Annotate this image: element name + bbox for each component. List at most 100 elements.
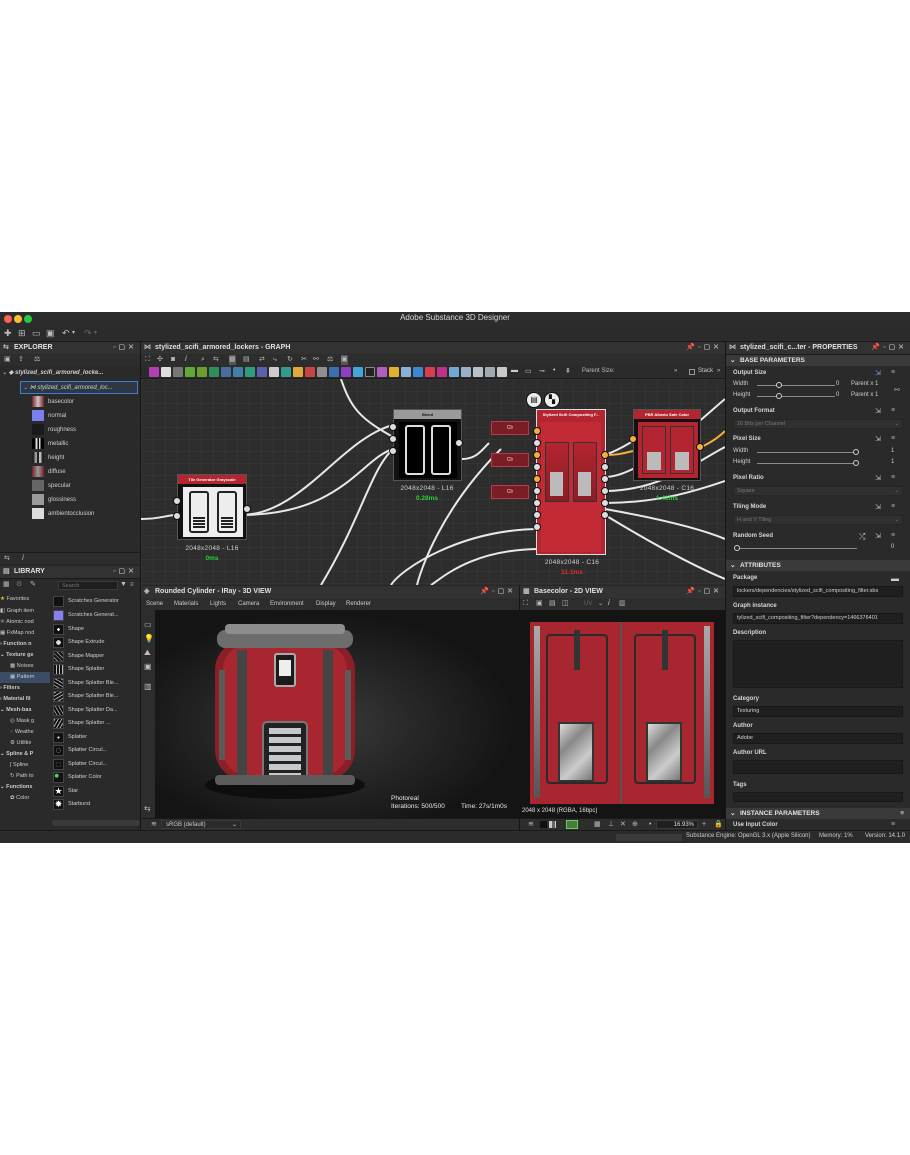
atomic-node-icon[interactable] [437, 367, 447, 377]
author-url-field[interactable] [733, 760, 903, 774]
atomic-node-icon[interactable] [365, 367, 375, 377]
arrows-icon[interactable]: ⇄ [259, 355, 265, 365]
output-row[interactable]: diffuse [32, 466, 132, 478]
library-category[interactable]: ◧ Graph item [0, 606, 50, 617]
background-black-swatch[interactable] [540, 821, 547, 828]
atomic-node-icon[interactable] [485, 367, 495, 377]
tags-field[interactable] [733, 792, 903, 802]
output-format-select[interactable]: 16 Bits per Channel ⌄ [733, 419, 903, 429]
instance-parameters-section[interactable]: ⌄ INSTANCE PARAMETERS ≡ [726, 808, 910, 819]
display-toggle[interactable] [566, 820, 578, 829]
pin-icon[interactable]: ⇞ [565, 367, 575, 377]
zoom-in-icon[interactable]: + [702, 820, 706, 830]
document-icon[interactable]: ▤ [526, 392, 542, 408]
library-item[interactable]: Shape Extrude [52, 636, 138, 649]
atomic-node-icon[interactable] [317, 367, 327, 377]
atomic-node-icon[interactable] [161, 367, 171, 377]
output-port[interactable] [601, 511, 609, 519]
new-package-icon[interactable]: ✚ [4, 328, 12, 338]
attributes-section[interactable]: ⌄ ATTRIBUTES [726, 560, 910, 571]
output-port[interactable] [601, 499, 609, 507]
output-row[interactable]: basecolor [32, 396, 132, 408]
input-port[interactable] [533, 463, 541, 471]
atomic-node-icon[interactable] [281, 367, 291, 377]
inherit-icon[interactable]: ⇲ [875, 474, 881, 482]
input-port[interactable] [533, 427, 541, 435]
pixel-ratio-select[interactable]: Square ⌄ [733, 486, 903, 496]
input-port[interactable] [533, 499, 541, 507]
panel-controls[interactable]: 📌▫▢✕ [686, 342, 722, 354]
inherit-icon[interactable]: ⇲ [875, 435, 881, 443]
library-category[interactable]: › Function n [0, 639, 50, 650]
open-folder-icon[interactable]: ▭ [32, 328, 41, 338]
panel-controls[interactable]: ▫▢✕ [113, 566, 137, 578]
info-icon[interactable]: i [185, 354, 187, 364]
menu-environment[interactable]: Environment [270, 598, 304, 610]
menu-icon[interactable]: ≡ [891, 474, 895, 481]
graph-row[interactable]: ⌄ ⋈ stylized_scifi_armored_loc... [20, 381, 138, 394]
library-category[interactable]: ▦ FxMap nod [0, 628, 50, 639]
library-category[interactable]: ◌ Weathe [0, 727, 50, 738]
target-icon[interactable]: ⊕ [632, 820, 638, 830]
atomic-node-icon[interactable] [413, 367, 423, 377]
height-slider-knob[interactable] [776, 393, 782, 399]
menu-materials[interactable]: Materials [174, 598, 198, 610]
search-icon[interactable]: ⌕ [201, 355, 205, 365]
output-row[interactable]: specular [32, 480, 132, 492]
filter-menu-icon[interactable]: ≡ [130, 580, 134, 590]
menu-renderer[interactable]: Renderer [346, 598, 371, 610]
library-scrollbar[interactable] [52, 820, 140, 826]
atomic-node-icon[interactable] [293, 367, 303, 377]
color-node[interactable]: Clr [491, 421, 529, 435]
inherit-icon[interactable]: ⇲ [875, 532, 881, 540]
lock-icon[interactable]: 🔒 [714, 820, 723, 830]
fit-icon[interactable]: ⛶ [523, 599, 528, 609]
atomic-node-icon[interactable] [269, 367, 279, 377]
library-category[interactable]: ⚙ Utilitie [0, 738, 50, 749]
output-row[interactable]: height [32, 452, 132, 464]
color-node[interactable]: Clr [491, 485, 529, 499]
menu-icon[interactable]: ≡ [891, 503, 895, 510]
author-field[interactable]: Adobe [733, 733, 903, 744]
library-item[interactable]: ✸ Starburst [52, 798, 138, 811]
grid-icon[interactable]: ▦ [229, 355, 236, 365]
random-seed-slider-track[interactable] [737, 548, 857, 549]
color-node[interactable]: Clr [491, 453, 529, 467]
new-graph-icon[interactable]: ⊞ [18, 328, 26, 338]
output-row[interactable]: metallic [32, 438, 132, 450]
info-icon[interactable]: i [22, 553, 24, 563]
layout-icon[interactable]: ▤ [243, 355, 250, 365]
library-category[interactable]: ⌄ Texture ge [0, 650, 50, 661]
library-item[interactable]: Scratches Generator [52, 595, 138, 608]
base-parameters-section[interactable]: ⌄ BASE PARAMETERS [726, 355, 910, 366]
camera-icon[interactable]: ▭ [144, 620, 152, 630]
input-port[interactable] [533, 523, 541, 531]
environment-icon[interactable]: ⛰ [144, 648, 151, 658]
library-item[interactable]: Shape [52, 623, 138, 636]
comment-icon[interactable]: ▬ [511, 367, 521, 377]
crop-icon[interactable]: ✕ [620, 820, 626, 830]
menu-icon[interactable]: ≡ [891, 369, 895, 376]
category-field[interactable]: Texturing [733, 706, 903, 717]
output-row[interactable]: glossiness [32, 494, 132, 506]
tool-icon[interactable]: ✂ [301, 355, 307, 365]
menu-icon[interactable]: ≡ [891, 532, 895, 539]
atomic-node-icon[interactable] [197, 367, 207, 377]
output-row[interactable]: roughness [32, 424, 132, 436]
graph-instance-field[interactable]: tylized_scifi_compositing_filter?depende… [733, 613, 903, 624]
output-port[interactable] [455, 439, 463, 447]
2d-viewport[interactable]: 2048 x 2048 (RGBA, 16bpc) [520, 610, 725, 818]
library-category[interactable]: ✿ Color [0, 793, 50, 804]
library-brush-icon[interactable]: ✎ [30, 580, 36, 590]
colorspace-select[interactable]: sRGB (default) ⌄ [161, 820, 241, 829]
menu-icon[interactable]: ≡ [900, 808, 904, 819]
link-chain-icon[interactable]: ⚯ [313, 355, 319, 365]
library-item[interactable]: Shape Splatter Da... [52, 704, 138, 717]
link-icon[interactable]: ⚯ [894, 386, 900, 394]
library-category[interactable]: ⌄ Mesh-bas [0, 705, 50, 716]
library-item[interactable]: Shape Splatter Ble... [52, 677, 138, 690]
menu-icon[interactable]: ≡ [891, 435, 895, 442]
zoom-input[interactable]: 16.93% [656, 820, 698, 829]
export-icon[interactable]: ⇪ [18, 355, 24, 365]
library-item[interactable]: Scratches Generat... [52, 609, 138, 622]
